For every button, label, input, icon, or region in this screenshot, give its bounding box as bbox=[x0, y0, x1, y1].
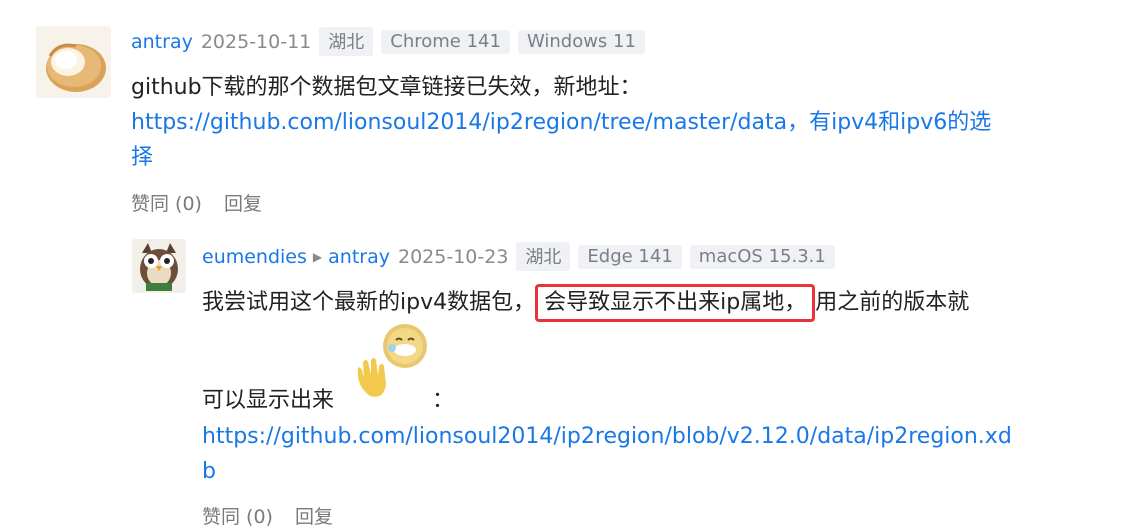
reply-link-block: https://github.com/lionsoul2014/ip2regio… bbox=[202, 419, 1012, 489]
location-tag: 湖北 bbox=[319, 27, 374, 56]
like-button[interactable]: 赞同 (0) bbox=[131, 189, 202, 216]
reply-text-line2-content: 可以显示出来 bbox=[202, 388, 335, 413]
highlight-box: 会导致显示不出来ip属地， bbox=[535, 284, 816, 322]
reply-username[interactable]: eumendies bbox=[202, 246, 307, 268]
reply-button[interactable]: 回复 bbox=[295, 502, 333, 529]
comment-link-line1[interactable]: https://github.com/lionsoul2014/ip2regio… bbox=[131, 105, 991, 140]
comment-body: github下载的那个数据包文章链接已失效，新地址： https://githu… bbox=[131, 70, 991, 175]
comment-actions: 赞同 (0) 回复 bbox=[131, 189, 262, 216]
reply-date: 2025-10-23 bbox=[397, 245, 509, 268]
reply-link-line1[interactable]: https://github.com/lionsoul2014/ip2regio… bbox=[202, 419, 1012, 454]
browser-tag: Edge 141 bbox=[578, 244, 682, 269]
comment-meta: antray 2025-10-11 湖北 Chrome 141 Windows … bbox=[131, 27, 645, 56]
comment-date: 2025-10-11 bbox=[200, 30, 312, 53]
comment-link-line2[interactable]: 择 bbox=[131, 140, 991, 175]
reply-text-after: 用之前的版本就 bbox=[815, 290, 970, 315]
reply-to-username[interactable]: antray bbox=[328, 246, 390, 268]
highlighted-text: 会导致显示不出来ip属地 bbox=[544, 290, 785, 315]
reply-text-before: 我尝试用这个最新的ipv4数据包 bbox=[202, 290, 514, 315]
reply-actions: 赞同 (0) 回复 bbox=[202, 502, 333, 529]
reply-button[interactable]: 回复 bbox=[224, 189, 262, 216]
waving-face-emoji-icon bbox=[348, 320, 438, 408]
reply-meta: eumendies ▶ antray 2025-10-23 湖北 Edge 14… bbox=[202, 242, 835, 271]
browser-tag: Chrome 141 bbox=[381, 29, 510, 54]
os-tag: Windows 11 bbox=[517, 29, 645, 54]
os-tag: macOS 15.3.1 bbox=[689, 244, 835, 269]
owl-avatar-icon bbox=[132, 239, 186, 293]
reply-colon: ： bbox=[432, 388, 455, 413]
location-tag: 湖北 bbox=[516, 242, 571, 271]
caret-right-icon: ▶ bbox=[312, 249, 323, 264]
comment-username[interactable]: antray bbox=[131, 31, 193, 53]
avatar-antray[interactable] bbox=[36, 26, 111, 98]
avatar-eumendies[interactable] bbox=[132, 239, 186, 293]
like-button[interactable]: 赞同 (0) bbox=[202, 502, 273, 529]
reply-text-line1: 我尝试用这个最新的ipv4数据包， 会导致显示不出来ip属地， 用之前的版本就 bbox=[202, 284, 969, 322]
reply-link-line2[interactable]: b bbox=[202, 454, 1012, 489]
swiss-roll-avatar-icon bbox=[36, 26, 111, 98]
comment-text: github下载的那个数据包文章链接已失效，新地址： bbox=[131, 75, 642, 100]
reply-text-line2: 可以显示出来 bbox=[202, 383, 334, 418]
